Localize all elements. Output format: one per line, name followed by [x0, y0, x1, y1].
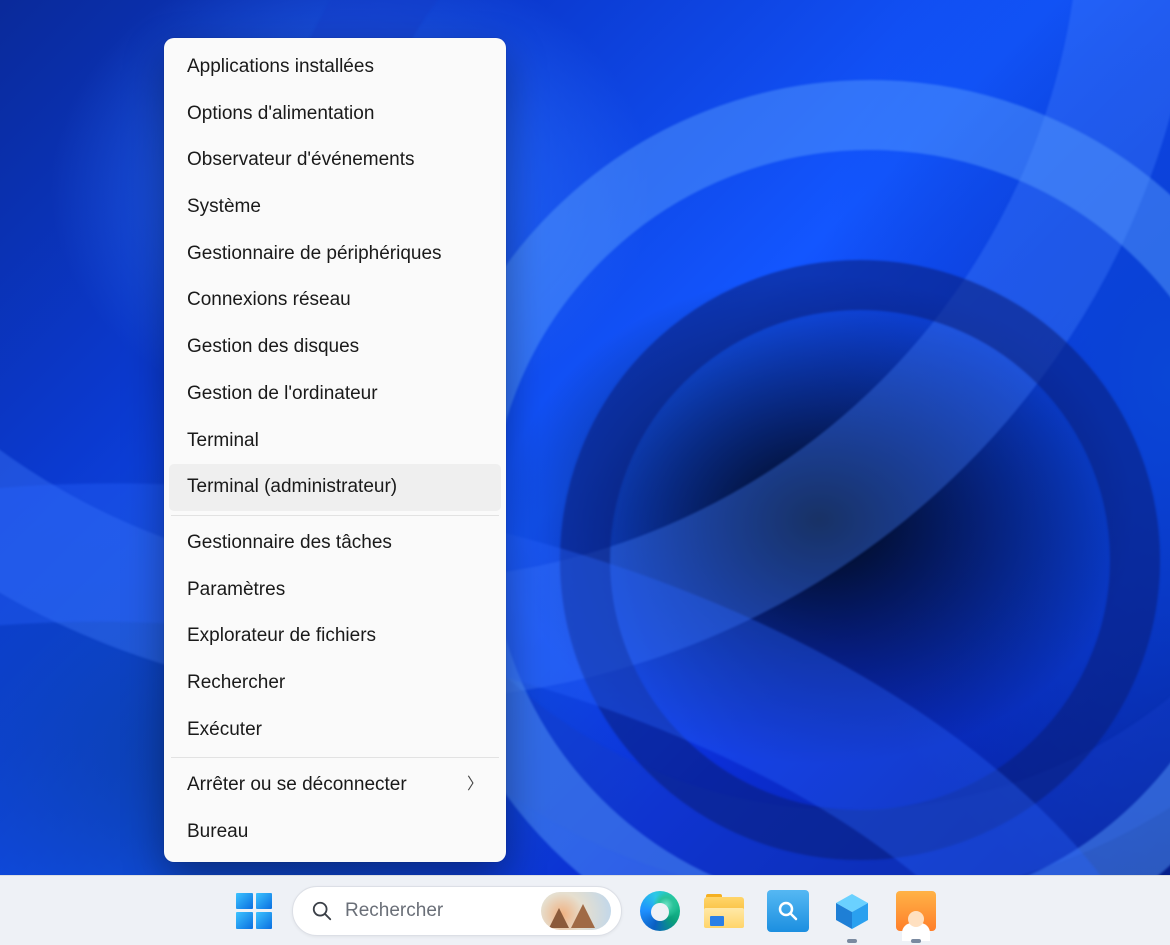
- menu-item-label: Gestion des disques: [187, 335, 359, 360]
- start-button[interactable]: [228, 885, 280, 937]
- menu-item-label: Gestionnaire des tâches: [187, 531, 392, 556]
- menu-item-run[interactable]: Exécuter: [169, 707, 501, 754]
- taskbar: Rechercher: [0, 875, 1170, 945]
- menu-item-label: Explorateur de fichiers: [187, 624, 376, 649]
- edge-icon: [640, 891, 680, 931]
- menu-item-task-manager[interactable]: Gestionnaire des tâches: [169, 520, 501, 567]
- menu-item-network-connections[interactable]: Connexions réseau: [169, 277, 501, 324]
- menu-item-event-viewer[interactable]: Observateur d'événements: [169, 137, 501, 184]
- menu-item-label: Système: [187, 195, 261, 220]
- windows-logo-icon: [236, 893, 272, 929]
- menu-item-label: Terminal: [187, 429, 259, 454]
- menu-item-label: Exécuter: [187, 718, 262, 743]
- winx-context-menu: Applications installées Options d'alimen…: [164, 38, 506, 862]
- box-app-icon: [832, 891, 872, 931]
- menu-item-label: Rechercher: [187, 671, 285, 696]
- menu-item-label: Connexions réseau: [187, 288, 351, 313]
- menu-item-label: Terminal (administrateur): [187, 475, 397, 500]
- menu-item-label: Bureau: [187, 820, 248, 845]
- menu-separator: [171, 757, 499, 758]
- menu-item-desktop[interactable]: Bureau: [169, 809, 501, 856]
- chevron-right-icon: 〉: [467, 775, 483, 796]
- menu-item-installed-apps[interactable]: Applications installées: [169, 44, 501, 91]
- menu-item-label: Gestion de l'ordinateur: [187, 382, 378, 407]
- taskbar-app-file-explorer[interactable]: [698, 885, 750, 937]
- taskbar-app-avatar[interactable]: [890, 885, 942, 937]
- search-icon: [311, 900, 333, 922]
- menu-item-terminal[interactable]: Terminal: [169, 418, 501, 465]
- desktop[interactable]: Applications installées Options d'alimen…: [0, 0, 1170, 945]
- avatar-app-icon: [896, 891, 936, 931]
- menu-item-shutdown-signout[interactable]: Arrêter ou se déconnecter 〉: [169, 762, 501, 809]
- menu-item-terminal-admin[interactable]: Terminal (administrateur): [169, 464, 501, 511]
- search-highlight-icon: [541, 892, 611, 930]
- running-indicator: [911, 939, 921, 943]
- menu-item-label: Paramètres: [187, 578, 285, 603]
- menu-item-label: Arrêter ou se déconnecter: [187, 773, 407, 798]
- menu-item-label: Applications installées: [187, 55, 374, 80]
- running-indicator: [847, 939, 857, 943]
- menu-item-computer-management[interactable]: Gestion de l'ordinateur: [169, 371, 501, 418]
- menu-item-settings[interactable]: Paramètres: [169, 567, 501, 614]
- taskbar-search-box[interactable]: Rechercher: [292, 886, 622, 936]
- taskbar-app-box[interactable]: [826, 885, 878, 937]
- search-placeholder: Rechercher: [345, 900, 529, 922]
- menu-item-label: Observateur d'événements: [187, 148, 415, 173]
- taskbar-app-edge[interactable]: [634, 885, 686, 937]
- menu-item-label: Gestionnaire de périphériques: [187, 242, 442, 267]
- menu-item-search[interactable]: Rechercher: [169, 660, 501, 707]
- menu-item-power-options[interactable]: Options d'alimentation: [169, 91, 501, 138]
- taskbar-app-search[interactable]: [762, 885, 814, 937]
- menu-item-device-manager[interactable]: Gestionnaire de périphériques: [169, 231, 501, 278]
- magnifier-app-icon: [767, 890, 809, 932]
- menu-item-file-explorer[interactable]: Explorateur de fichiers: [169, 613, 501, 660]
- file-explorer-icon: [704, 894, 744, 928]
- menu-item-system[interactable]: Système: [169, 184, 501, 231]
- menu-separator: [171, 515, 499, 516]
- menu-item-label: Options d'alimentation: [187, 102, 374, 127]
- menu-item-disk-management[interactable]: Gestion des disques: [169, 324, 501, 371]
